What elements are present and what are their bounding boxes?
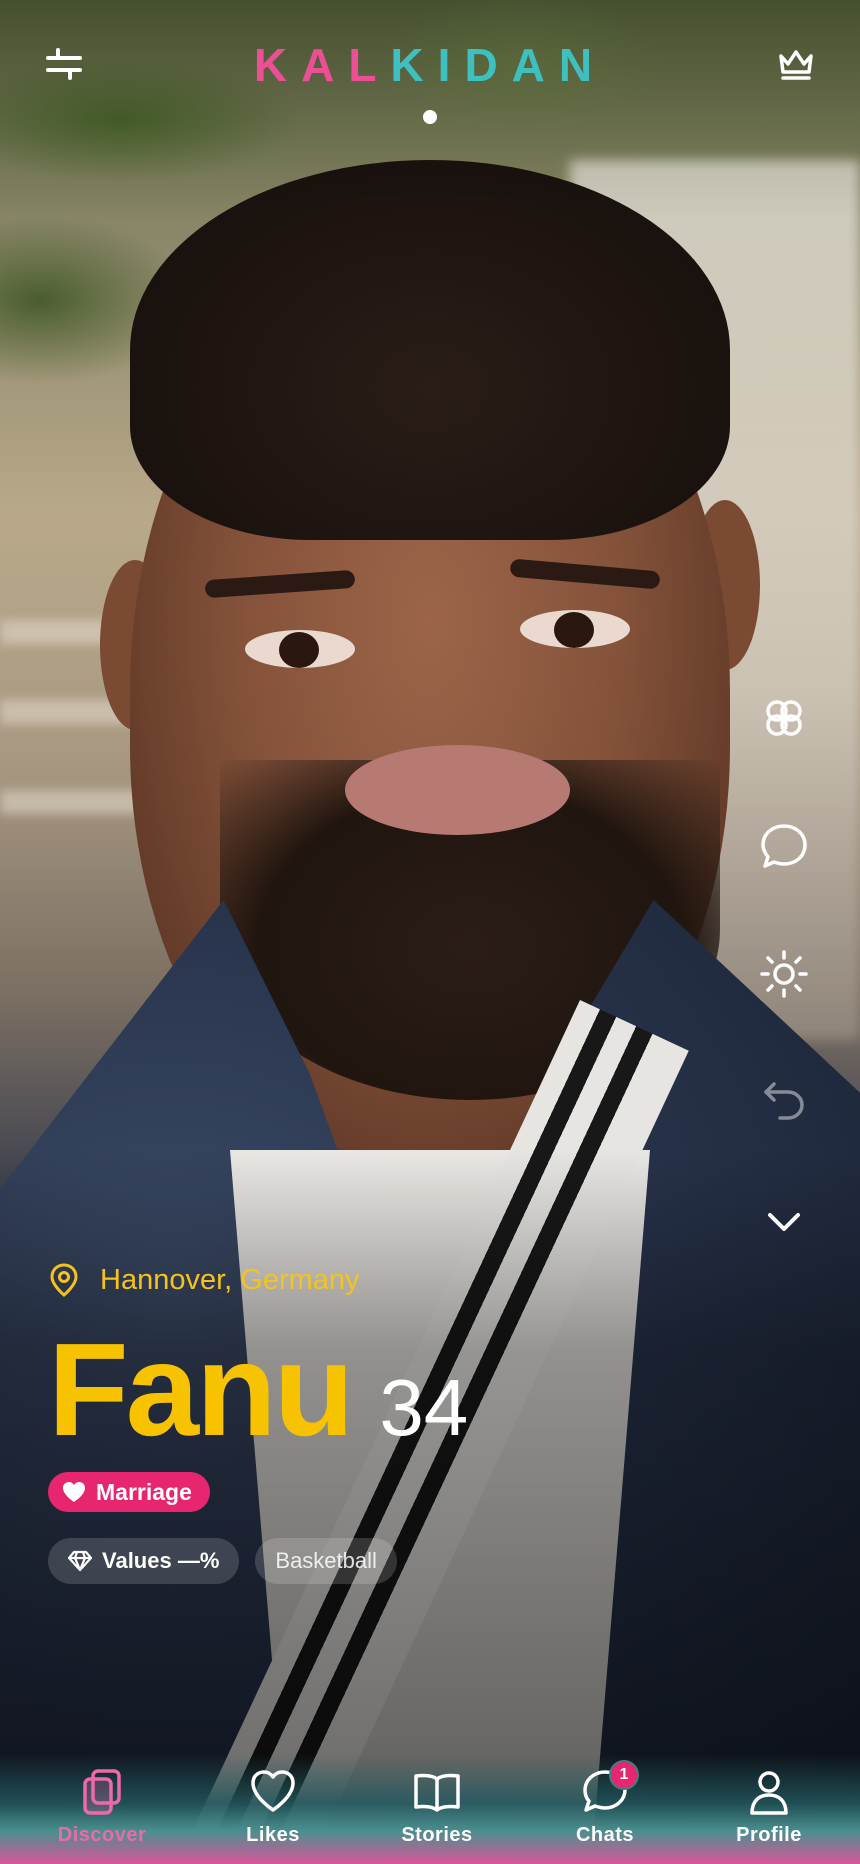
logo-letter: K [253,39,302,91]
chevron-down-icon [768,1213,800,1231]
logo-letter: K [390,39,438,91]
profile-name: Fanu [48,1316,354,1463]
heart-icon [63,1482,85,1502]
tab-chats[interactable]: 1 Chats [530,1760,680,1858]
undo-icon [764,1082,804,1120]
interest-chip-label: Basketball [275,1548,377,1573]
bottom-tab-bar: Discover Likes Stories 1 Chats Profile [0,1754,860,1864]
app-logo: KALKIDAN [0,38,860,92]
book-icon [414,1773,460,1812]
tab-label: Likes [246,1824,300,1846]
location-pin-icon [50,1263,78,1297]
values-chip[interactable]: Values —% [48,1538,240,1584]
tab-label: Chats [575,1824,635,1846]
message-button[interactable] [756,818,812,874]
profile-age: 34 [379,1363,469,1452]
logo-letter: N [558,39,607,91]
interest-chip-basketball[interactable]: Basketball [255,1538,397,1584]
flower-icon [766,700,802,736]
heart-icon [251,1770,295,1812]
chats-unread-badge: 1 [609,1760,639,1790]
diamond-icon [68,1550,92,1572]
expand-profile-button[interactable] [756,1194,812,1250]
tab-label: Stories [401,1824,473,1846]
location-row: Hannover, Germany [48,1260,360,1300]
values-chip-label: Values —% [102,1548,220,1573]
premium-button[interactable] [772,40,820,88]
logo-letter: I [437,39,465,91]
tab-label: Profile [736,1824,802,1846]
logo-letter: A [301,39,349,91]
person-icon [750,1771,788,1815]
interest-chips: Values —% Basketball [48,1538,413,1584]
photo-page-indicator[interactable] [423,110,437,124]
profile-photo[interactable] [0,0,860,1864]
sun-icon [760,950,808,998]
logo-letter: L [348,39,391,91]
relationship-intent-badge: Marriage [48,1472,210,1512]
intent-label: Marriage [96,1478,192,1505]
tab-label: Discover [57,1824,147,1846]
tab-likes[interactable]: Likes [198,1764,348,1858]
name-row: Fanu 34 [48,1320,468,1460]
tab-profile[interactable]: Profile [694,1764,844,1858]
tab-stories[interactable]: Stories [362,1764,512,1858]
photo-overlay-gradient [0,0,860,1864]
logo-letter: A [511,39,559,91]
brightness-button[interactable] [756,946,812,1002]
chat-bubble-icon [761,824,807,868]
location-text: Hannover, Germany [100,1263,360,1296]
cards-icon [83,1769,121,1815]
super-like-button[interactable] [756,690,812,746]
crown-icon [779,50,813,80]
tab-discover[interactable]: Discover [27,1764,177,1858]
logo-letter: D [464,39,512,91]
undo-button[interactable] [756,1072,812,1128]
top-bar: KALKIDAN [0,0,860,140]
